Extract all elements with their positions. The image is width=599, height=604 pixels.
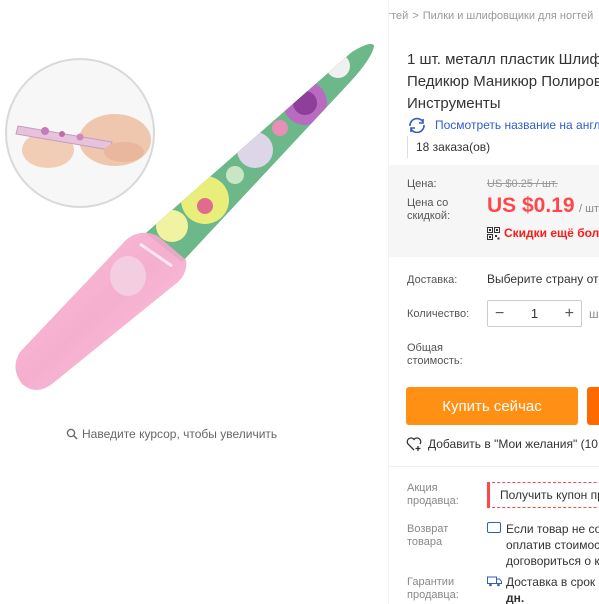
shipping-country-select[interactable]: Выберите страну отп (487, 272, 599, 286)
wishlist-text[interactable]: Добавить в "Мои желания" (10 (428, 437, 598, 451)
file-sleeve (15, 232, 187, 390)
usage-inset-image (5, 58, 155, 208)
qr-code-icon (487, 226, 500, 240)
shipping-label: Доставка: (407, 274, 458, 286)
add-to-wishlist-link[interactable]: Добавить в "Мои желания" (10 (406, 437, 598, 451)
quantity-decrease-button[interactable]: − (495, 305, 504, 323)
returns-label-line2: товара (407, 536, 443, 548)
zoom-hint: Наведите курсор, чтобы увеличить (66, 427, 277, 441)
delivery-truck-icon (487, 576, 502, 587)
translate-title-link[interactable]: Посмотреть название на англ (407, 117, 599, 133)
section-divider (389, 466, 599, 467)
return-policy-line: договориться о к (506, 554, 599, 568)
return-policy-icon (487, 522, 501, 533)
breadcrumb-separator: > (412, 10, 419, 22)
quantity-increase-button[interactable]: + (565, 305, 574, 323)
seller-promo-label-line1: Акция (407, 482, 438, 494)
product-title-line: 1 шт. металл пластик Шлифо (407, 51, 599, 68)
more-discounts-link[interactable]: Скидки ещё боль (487, 226, 599, 240)
returns-label-line1: Возврат (407, 523, 449, 535)
product-title: 1 шт. металл пластик Шлифо Педикюр Маник… (407, 49, 599, 115)
more-discounts-text[interactable]: Скидки ещё боль (504, 226, 599, 240)
orders-count: 18 заказа(ов) (407, 136, 490, 158)
get-coupon-button[interactable]: Получить купон пр (487, 482, 599, 508)
zoom-hint-text: Наведите курсор, чтобы увеличить (82, 427, 278, 441)
quantity-unit: ш (589, 307, 599, 321)
guarantee-line: дн. (506, 591, 525, 604)
return-policy-line: оплатив стоимос (506, 538, 599, 552)
seller-promo-label-line2: продавца: (407, 495, 459, 507)
guarantee-label-line1: Гарантии (407, 576, 455, 588)
translate-link-text[interactable]: Посмотреть название на англ (435, 118, 599, 132)
product-gallery[interactable]: Наведите курсор, чтобы увеличить (0, 0, 388, 604)
guarantee-line: Доставка в срок (506, 575, 596, 589)
discount-price-label-line2: скидкой: (407, 210, 451, 222)
heart-plus-icon (406, 437, 422, 451)
quantity-stepper[interactable]: − 1 + (487, 300, 582, 327)
buy-now-button[interactable]: Купить сейчас (406, 387, 578, 425)
return-policy-line: Если товар не сос (506, 522, 599, 536)
translate-icon (409, 117, 425, 133)
old-price: US $0.25 / шт. (487, 178, 558, 190)
price-label: Цена: (407, 178, 437, 190)
discount-price-label-line1: Цена со (407, 197, 449, 209)
breadcrumb-item-nails[interactable]: огтей (389, 10, 408, 22)
quantity-label: Количество: (407, 308, 470, 320)
product-title-line: Педикюр Маникюр Полиров (407, 73, 599, 90)
total-label-line1: Общая (407, 342, 443, 354)
nail-file (146, 44, 374, 262)
add-to-cart-button[interactable] (587, 387, 599, 425)
product-image[interactable] (0, 0, 388, 420)
product-info-panel: огтей>Пилки и шлифовщики для ногтей 1 шт… (388, 0, 599, 604)
discount-price: US $0.19 (487, 194, 575, 217)
breadcrumb: огтей > Пилки и шлифовщики для ногтей (389, 10, 594, 22)
product-title-line: Инструменты (407, 95, 501, 112)
guarantee-label-line2: продавца: (407, 589, 459, 601)
price-unit: / шт (579, 203, 599, 215)
total-label-line2: стоимость: (407, 355, 463, 367)
magnifier-icon (66, 428, 78, 440)
quantity-value[interactable]: 1 (531, 306, 538, 321)
breadcrumb-item-files[interactable]: Пилки и шлифовщики для ногтей (423, 10, 594, 22)
